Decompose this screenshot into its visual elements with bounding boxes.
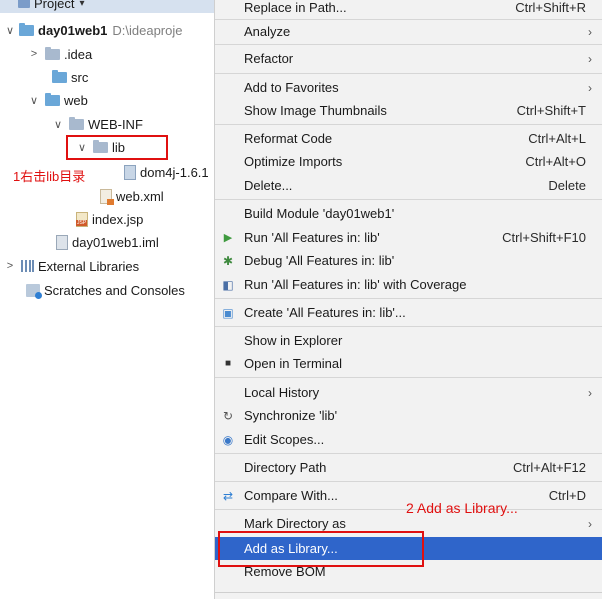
run-icon: ▶	[223, 232, 233, 244]
shortcut: Ctrl+Shift+F10	[502, 230, 586, 245]
menu-item-replace-in-path[interactable]: Replace in Path... Ctrl+Shift+R	[215, 0, 602, 19]
annotation-add-as-library: 2 Add as Library...	[406, 500, 518, 516]
chevron-right-icon[interactable]: >	[28, 48, 40, 60]
tree-node-project-root[interactable]: ∨ day01web1 D:\ideaproje	[4, 20, 182, 40]
menu-item-edit-scopes[interactable]: ◉ Edit Scopes...	[215, 428, 602, 451]
chevron-down-icon[interactable]: ∨	[4, 24, 16, 37]
menu-item-debug-all-features[interactable]: ✱ Debug 'All Features in: lib'	[215, 249, 602, 272]
jsp-file-icon	[76, 211, 88, 227]
tree-node-web-xml[interactable]: web.xml	[100, 186, 164, 206]
add-as-library-highlight-box	[218, 531, 424, 567]
tree-node-label: .idea	[64, 46, 93, 62]
menu-separator	[215, 124, 602, 125]
menu-bottom-border	[214, 592, 602, 593]
menu-separator	[215, 453, 602, 454]
folder-icon	[69, 116, 84, 130]
menu-separator	[215, 298, 602, 299]
menu-separator	[215, 199, 602, 200]
submenu-arrow-icon: ›	[588, 385, 592, 400]
shortcut: Delete	[548, 178, 586, 193]
tree-node-label: src	[71, 69, 89, 85]
submenu-arrow-icon: ›	[588, 24, 592, 39]
tree-node-web[interactable]: ∨ web	[28, 90, 88, 110]
jar-file-icon	[124, 164, 136, 180]
menu-item-show-in-explorer[interactable]: Show in Explorer	[215, 329, 602, 352]
sync-icon: ↻	[222, 408, 234, 423]
project-view-header[interactable]: Project ▾	[0, 0, 214, 13]
submenu-arrow-icon: ›	[588, 51, 592, 66]
shortcut: Ctrl+Alt+F12	[513, 460, 586, 475]
chevron-right-icon[interactable]: >	[4, 260, 16, 272]
tree-node-label: dom4j-1.6.1	[140, 164, 209, 180]
external-libraries-icon	[21, 260, 34, 272]
menu-item-run-with-coverage[interactable]: ◧ Run 'All Features in: lib' with Covera…	[215, 273, 602, 296]
shortcut: Ctrl+Alt+L	[528, 131, 586, 146]
tree-node-dom4j-jar[interactable]: dom4j-1.6.1	[124, 162, 209, 182]
tree-node-idea[interactable]: > .idea	[28, 44, 92, 64]
tree-node-label: index.jsp	[92, 211, 144, 227]
menu-separator	[215, 377, 602, 378]
menu-item-open-in-terminal[interactable]: ■ Open in Terminal	[215, 352, 602, 375]
submenu-arrow-icon: ›	[588, 80, 592, 95]
menu-item-add-to-favorites[interactable]: Add to Favorites ›	[215, 76, 602, 99]
annotation-right-click-lib: 1右击lib目录	[13, 169, 86, 184]
menu-item-create-config[interactable]: ▣ Create 'All Features in: lib'...	[215, 301, 602, 324]
menu-item-analyze[interactable]: Analyze ›	[215, 20, 602, 43]
terminal-icon: ■	[224, 358, 232, 369]
tree-node-label: web.xml	[116, 188, 164, 204]
shortcut: Ctrl+Shift+R	[515, 0, 586, 15]
web-folder-icon	[45, 92, 60, 106]
menu-item-delete[interactable]: Delete... Delete	[215, 174, 602, 197]
chevron-down-icon[interactable]: ∨	[28, 94, 40, 107]
menu-item-synchronize[interactable]: ↻ Synchronize 'lib'	[215, 404, 602, 427]
submenu-arrow-icon: ›	[588, 516, 592, 531]
tree-node-external-libraries[interactable]: > External Libraries	[4, 256, 139, 276]
project-view-icon	[18, 0, 30, 8]
menu-separator	[215, 44, 602, 45]
tree-node-label: day01web1.iml	[72, 234, 159, 250]
scratches-icon	[26, 283, 42, 299]
tree-node-index-jsp[interactable]: index.jsp	[76, 209, 143, 229]
debug-icon: ✱	[222, 253, 234, 268]
chevron-down-icon[interactable]: ∨	[52, 118, 64, 131]
tree-node-iml[interactable]: day01web1.iml	[56, 232, 159, 252]
tree-node-scratches[interactable]: Scratches and Consoles	[26, 280, 185, 300]
compare-icon: ⇄	[222, 488, 234, 503]
menu-item-run-all-features[interactable]: ▶ Run 'All Features in: lib' Ctrl+Shift+…	[215, 226, 602, 249]
project-tree-panel: Project ▾ ∨ day01web1 D:\ideaproje > .id…	[0, 0, 214, 599]
menu-item-directory-path[interactable]: Directory Path Ctrl+Alt+F12	[215, 456, 602, 479]
tree-node-label: WEB-INF	[88, 116, 143, 132]
tree-node-label: web	[64, 92, 88, 108]
folder-icon	[45, 46, 60, 60]
lib-highlight-box	[66, 135, 168, 160]
project-path: D:\ideaproje	[112, 22, 183, 38]
tree-node-label: Scratches and Consoles	[44, 282, 185, 298]
shortcut: Ctrl+D	[548, 488, 586, 503]
menu-separator	[215, 73, 602, 74]
menu-item-refactor[interactable]: Refactor ›	[215, 47, 602, 70]
xml-file-icon	[100, 188, 114, 205]
menu-item-reformat-code[interactable]: Reformat Code Ctrl+Alt+L	[215, 127, 602, 150]
dropdown-arrow-icon[interactable]: ▾	[79, 0, 84, 9]
tree-node-web-inf[interactable]: ∨ WEB-INF	[52, 114, 143, 134]
shortcut: Ctrl+Shift+T	[516, 103, 586, 118]
menu-item-show-image-thumbnails[interactable]: Show Image Thumbnails Ctrl+Shift+T	[215, 99, 602, 122]
menu-item-build-module[interactable]: Build Module 'day01web1'	[215, 202, 602, 225]
create-config-icon: ▣	[222, 305, 234, 320]
menu-item-local-history[interactable]: Local History ›	[215, 381, 602, 404]
menu-item-optimize-imports[interactable]: Optimize Imports Ctrl+Alt+O	[215, 150, 602, 173]
menu-separator	[215, 481, 602, 482]
module-folder-icon	[19, 22, 34, 36]
project-view-label: Project	[34, 0, 75, 11]
module-file-icon	[56, 234, 68, 250]
shortcut: Ctrl+Alt+O	[525, 154, 586, 169]
tree-node-src[interactable]: src	[52, 67, 88, 87]
scope-icon: ◉	[222, 432, 234, 447]
coverage-icon: ◧	[222, 277, 234, 292]
project-name: day01web1	[38, 22, 108, 38]
tree-node-label: External Libraries	[38, 258, 140, 274]
source-folder-icon	[52, 69, 67, 83]
menu-separator	[215, 326, 602, 327]
